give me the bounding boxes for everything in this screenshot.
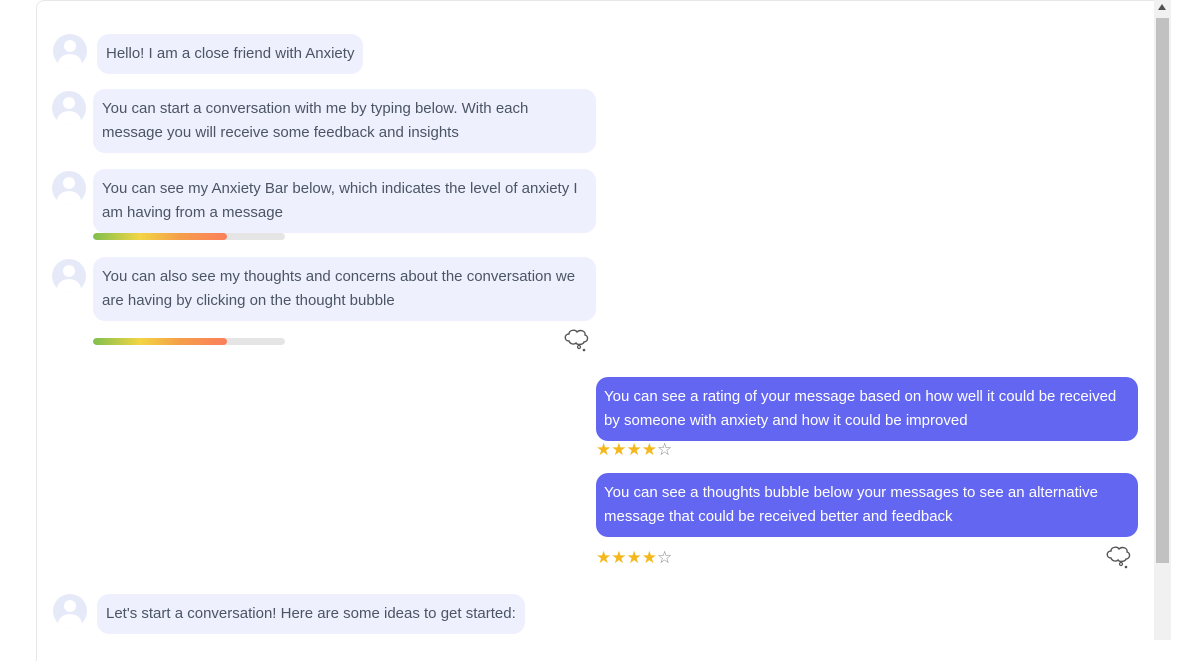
bot-message: You can also see my thoughts and concern… [93, 257, 596, 321]
thought-bubble-icon[interactable] [1105, 545, 1131, 569]
bot-avatar [52, 171, 86, 205]
bot-message: You can start a conversation with me by … [93, 89, 596, 153]
bot-avatar [52, 91, 86, 125]
rating-empty-stars: ☆ [656, 440, 673, 459]
user-message: You can see a thoughts bubble below your… [596, 473, 1138, 537]
rating-empty-stars: ☆ [656, 548, 673, 567]
bot-message: You can see my Anxiety Bar below, which … [93, 169, 596, 233]
user-message: You can see a rating of your message bas… [596, 377, 1138, 441]
thought-bubble-icon[interactable] [563, 328, 589, 352]
message-rating: ★★★★☆ [596, 549, 672, 567]
rating-full-stars: ★★★★ [596, 440, 657, 459]
anxiety-bar-fill [93, 338, 228, 345]
scroll-up-arrow-icon[interactable] [1158, 4, 1166, 10]
message-rating: ★★★★☆ [596, 441, 672, 459]
scrollbar-thumb[interactable] [1156, 18, 1169, 563]
bot-avatar [53, 594, 87, 628]
anxiety-bar [93, 338, 285, 345]
bot-message: Hello! I am a close friend with Anxiety [97, 34, 364, 74]
bot-message: Let's start a conversation! Here are som… [97, 594, 525, 634]
anxiety-bar [93, 233, 285, 240]
bot-avatar [52, 259, 86, 293]
rating-full-stars: ★★★★ [596, 548, 657, 567]
anxiety-bar-fill [93, 233, 228, 240]
scrollbar[interactable] [1154, 0, 1171, 640]
bot-avatar [53, 34, 87, 68]
